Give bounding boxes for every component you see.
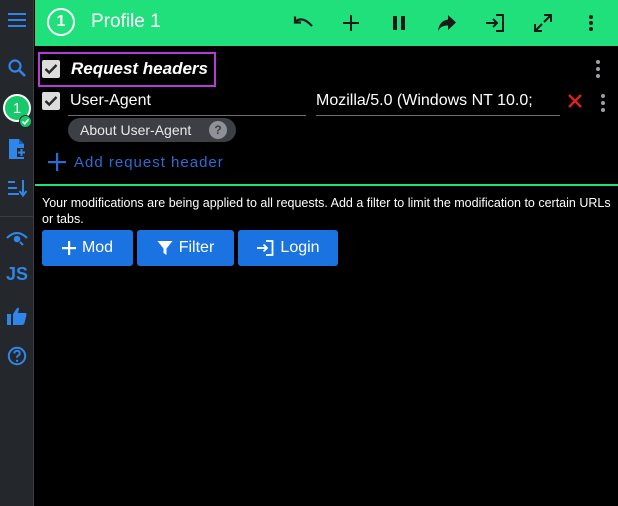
mod-button-label: Mod: [81, 239, 114, 256]
sidebar-divider: [0, 216, 34, 217]
header-enabled-checkbox[interactable]: [42, 92, 60, 110]
add-mod-button[interactable]: Mod: [42, 230, 133, 266]
filter-button-label: Filter: [178, 239, 215, 256]
js-icon[interactable]: JS: [0, 262, 34, 286]
login-icon: [257, 240, 274, 256]
header-value-underline: [316, 115, 560, 116]
plus-icon[interactable]: [338, 10, 364, 36]
section-title: Request headers: [71, 59, 208, 78]
menu-icon[interactable]: [0, 8, 34, 32]
profile-header: 1 Profile 1: [35, 0, 618, 46]
eye-icon[interactable]: [0, 226, 34, 250]
help-icon[interactable]: [0, 344, 34, 368]
more-vert-icon[interactable]: [578, 10, 604, 36]
filter-icon: [157, 241, 173, 255]
sidebar: 1 JS: [0, 0, 34, 506]
about-header-label: About User-Agent: [80, 122, 192, 138]
sort-icon[interactable]: [0, 176, 34, 200]
undo-icon[interactable]: [290, 10, 316, 36]
add-filter-button[interactable]: Filter: [137, 230, 234, 266]
expand-icon[interactable]: [530, 10, 556, 36]
add-plus-icon[interactable]: [47, 152, 67, 172]
active-check-icon: [19, 115, 32, 128]
login-button-label: Login: [280, 239, 320, 256]
profile-number: 1: [56, 13, 66, 30]
thumb-up-icon[interactable]: [0, 304, 34, 328]
help-circle-icon: ?: [209, 121, 227, 139]
help-glyph: ?: [214, 123, 222, 137]
info-message: Your modifications are being applied to …: [42, 196, 611, 226]
header-value-field[interactable]: Mozilla/5.0 (Windows NT 10.0;: [316, 92, 556, 110]
login-button[interactable]: Login: [238, 230, 338, 266]
share-icon[interactable]: [434, 10, 460, 36]
js-label: JS: [5, 263, 29, 284]
header-name-field[interactable]: User-Agent: [70, 92, 151, 110]
section-divider: [35, 184, 618, 186]
file-add-icon[interactable]: [0, 136, 34, 162]
pause-icon[interactable]: [386, 10, 412, 36]
header-more-icon[interactable]: [598, 94, 608, 112]
login-icon[interactable]: [482, 10, 508, 36]
plus-icon: [61, 241, 76, 255]
header-name-underline: [68, 115, 306, 116]
section-more-icon[interactable]: [593, 60, 603, 78]
profile-title[interactable]: Profile 1: [91, 11, 161, 33]
delete-icon[interactable]: [567, 93, 583, 109]
profile-number-badge: 1: [47, 8, 75, 36]
request-headers-checkbox[interactable]: [42, 60, 60, 78]
search-icon[interactable]: [0, 56, 34, 80]
profile-badge-number: 1: [12, 99, 22, 117]
add-request-header-link[interactable]: Add request header: [74, 154, 224, 171]
